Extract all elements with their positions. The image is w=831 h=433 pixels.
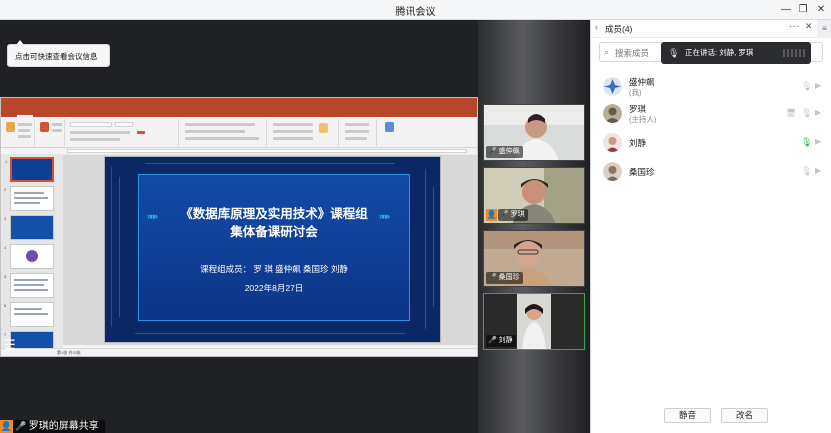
member-row[interactable]: 罗琪 (主持人) 🖥 🎙 ▶	[591, 101, 831, 127]
member-role: (主持人)	[629, 115, 657, 124]
slide-title-line2: 集体备课研讨会	[230, 224, 318, 239]
member-row[interactable]: 桑国珍 🎙 ▶	[591, 159, 831, 185]
ribbon-group-paragraph	[181, 119, 267, 146]
video-tile[interactable]: 👤 🎤 罗琪	[483, 167, 585, 224]
tile-name-label: 🎤 盛仲飙	[486, 146, 523, 158]
mic-icon[interactable]: 🎙	[801, 81, 812, 92]
screen-share-label: 罗琪的屏幕共享	[28, 421, 99, 432]
member-name: 刘静	[629, 138, 647, 148]
current-slide[interactable]: »»» »»» 《数据库原理及实用技术》课程组 集体备课研讨会 课程组成员： 罗…	[104, 156, 441, 343]
member-panel-header: ‹ 成员(4) ··· ✕ ≡	[591, 20, 831, 38]
ribbon-group-editing	[341, 119, 377, 146]
avatar	[603, 133, 622, 152]
host-badge-icon: 👤	[0, 420, 13, 433]
avatar	[603, 104, 622, 123]
camera-icon[interactable]: ▶	[815, 166, 821, 175]
member-count-title: 成员(4)	[605, 24, 633, 34]
member-row[interactable]: 盛仲飙 (我) 🎙 ▶	[591, 74, 831, 100]
mic-icon: 🎤	[15, 421, 29, 431]
tile-name-label: 🎤 刘静	[486, 335, 516, 347]
search-icon: ⌕	[604, 47, 610, 57]
mic-speaking-icon[interactable]: 🎙	[801, 137, 812, 148]
designer-icon	[385, 122, 394, 132]
window-title: 腾讯会议	[395, 7, 436, 18]
speaking-names: 刘静, 罗琪	[719, 48, 754, 57]
ribbon-group-font	[67, 119, 179, 146]
slide-edit-area: »»» »»» 《数据库原理及实用技术》课程组 集体备课研讨会 课程组成员： 罗…	[63, 155, 477, 345]
ppt-ribbon-tabs: 文件开始插入设计切换动画幻灯片放映审阅视图PDF工具集帮助操作说明搜索	[1, 108, 477, 123]
mic-icon[interactable]: 🎙	[801, 166, 812, 177]
screen-share-icon: 🖥	[786, 108, 797, 117]
shared-ppt-window: 文件开始插入设计切换动画幻灯片放映审阅视图PDF工具集帮助操作说明搜索	[0, 97, 478, 357]
shape-fill-icon	[319, 123, 328, 133]
member-name: 桑国珍	[629, 167, 655, 177]
speaking-prefix: 正在讲话:	[685, 48, 718, 57]
avatar	[603, 77, 622, 96]
panel-menu-icon[interactable]: ≡	[817, 20, 831, 38]
screen-share-indicator: 👤 🎤 罗琪的屏幕共享	[0, 420, 105, 433]
member-row[interactable]: 刘静 🎙 ▶	[591, 130, 831, 156]
camera-icon[interactable]: ▶	[815, 137, 821, 146]
minimize-button[interactable]: —	[778, 2, 794, 17]
slide-title-line1: 《数据库原理及实用技术》课程组	[180, 206, 368, 221]
close-panel-icon[interactable]: ✕	[805, 21, 813, 32]
avatar	[603, 162, 622, 181]
member-panel: ‹ 成员(4) ··· ✕ ≡ ⌕ 盛仲飙 (我) 🎙 ▶ 罗琪 (主持人) 🖥	[590, 20, 831, 433]
maximize-button[interactable]: ❐	[795, 2, 811, 17]
slide-thumb[interactable]: 3	[4, 215, 54, 240]
video-tile-active[interactable]: 🎤 刘静	[483, 293, 585, 350]
ppt-title-bar	[1, 98, 477, 113]
slide-thumb[interactable]: 5	[4, 273, 54, 298]
ribbon-group-slides	[37, 119, 65, 146]
tile-name-label: 🎤 罗琪	[498, 209, 528, 221]
ppt-status-bar: 第1张 共33张	[1, 348, 477, 356]
camera-icon[interactable]: ▶	[815, 81, 821, 90]
video-tile[interactable]: 🎤 盛仲飙	[483, 104, 585, 161]
meeting-info-tip[interactable]: 点击可快速查看会议信息	[7, 40, 110, 67]
title-bar: 腾讯会议 — ❐ ✕	[0, 0, 831, 20]
member-panel-footer: 静音 改名	[591, 401, 831, 433]
mic-icon[interactable]: 🎙	[801, 108, 812, 119]
ribbon-group-clipboard	[3, 119, 35, 146]
ppt-quick-access	[5, 100, 65, 113]
slide-members-text: 课程组成员： 罗 琪 盛仲飙 桑国珍 刘静	[200, 264, 348, 274]
ribbon-group-drawing	[269, 119, 339, 146]
video-tile[interactable]: 🎤 桑国珍	[483, 230, 585, 287]
slide-thumb[interactable]: 2	[4, 186, 54, 211]
rename-button[interactable]: 改名	[721, 408, 768, 423]
slide-thumb[interactable]: 4	[4, 244, 54, 269]
host-badge-icon: 👤	[486, 209, 497, 221]
audio-level-icon	[783, 49, 805, 57]
more-options-icon[interactable]: ···	[789, 21, 799, 32]
camera-icon[interactable]: ▶	[815, 108, 821, 117]
mute-all-button[interactable]: 静音	[664, 408, 711, 423]
new-slide-icon	[40, 122, 49, 132]
ppt-ruler	[1, 148, 477, 154]
tile-name-label: 🎤 桑国珍	[486, 272, 523, 284]
slide-thumbnails: 1 2 3 4 5 6 7	[1, 155, 63, 356]
ppt-ribbon	[1, 117, 477, 148]
paste-icon	[6, 122, 15, 132]
member-role: (我)	[629, 88, 642, 97]
ribbon-group-design	[379, 119, 419, 146]
speaking-indicator: 🎙 正在讲话: 刘静, 罗琪	[661, 42, 811, 64]
close-button[interactable]: ✕	[813, 2, 829, 17]
video-strip-background	[478, 20, 590, 433]
slide-thumb[interactable]: 1	[5, 157, 54, 182]
app-window: 腾讯会议 — ❐ ✕ 点击可快速查看会议信息 文件开始插入设计切换动画幻灯片放映…	[0, 0, 831, 433]
mic-icon: 🎙	[668, 48, 680, 58]
slide-title-frame: »»» »»» 《数据库原理及实用技术》课程组 集体备课研讨会 课程组成员： 罗…	[138, 174, 410, 321]
slide-date-text: 2022年8月27日	[244, 283, 304, 293]
collapse-icon[interactable]: ‹	[595, 22, 598, 32]
menu-icon[interactable]: ☰	[4, 338, 18, 352]
slide-thumb[interactable]: 6	[4, 302, 54, 327]
